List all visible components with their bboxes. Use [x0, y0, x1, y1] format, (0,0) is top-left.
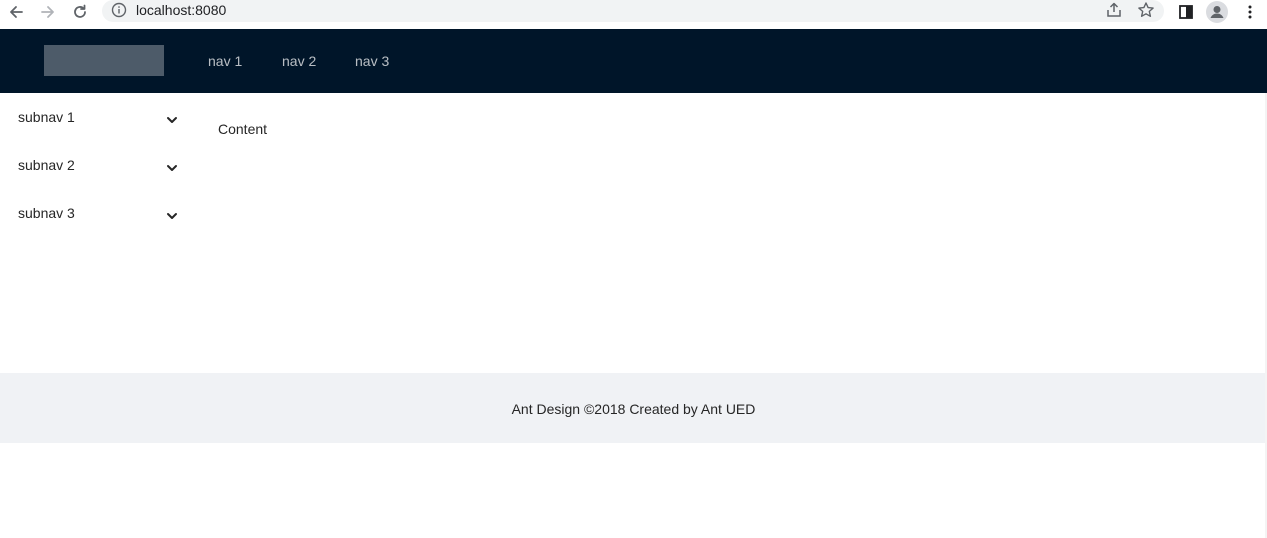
sidebar-menu: subnav 1 subnav 2 subnav 3: [0, 93, 200, 373]
profile-icon[interactable]: [1205, 0, 1229, 24]
info-icon[interactable]: [111, 2, 127, 23]
topnav-item-3[interactable]: nav 3: [355, 51, 389, 71]
back-arrow-icon[interactable]: [4, 0, 28, 24]
app-header: nav 1 nav 2 nav 3: [0, 29, 1267, 93]
submenu-label: subnav 1: [18, 109, 75, 125]
submenu-2[interactable]: subnav 2: [0, 141, 200, 181]
submenu-1[interactable]: subnav 1: [0, 93, 200, 133]
content-text: Content: [218, 121, 268, 137]
reload-icon[interactable]: [68, 0, 92, 24]
topnav-item-1[interactable]: nav 1: [208, 51, 242, 71]
submenu-3[interactable]: subnav 3: [0, 189, 200, 229]
kebab-menu-icon[interactable]: [1238, 0, 1262, 24]
chevron-down-icon: [166, 111, 178, 129]
footer: Ant Design ©2018 Created by Ant UED: [0, 373, 1267, 443]
footer-text: Ant Design ©2018 Created by Ant UED: [511, 401, 756, 417]
side-panel-icon[interactable]: [1174, 0, 1198, 24]
star-icon[interactable]: [1137, 1, 1155, 24]
address-bar[interactable]: localhost:8080: [102, 0, 1164, 22]
submenu-label: subnav 2: [18, 157, 75, 173]
submenu-label: subnav 3: [18, 205, 75, 221]
url-text[interactable]: localhost:8080: [136, 2, 226, 19]
chevron-down-icon: [166, 207, 178, 225]
browser-toolbar: localhost:8080: [0, 0, 1267, 29]
logo-placeholder: [44, 45, 164, 76]
share-icon[interactable]: [1105, 1, 1123, 24]
forward-arrow-icon[interactable]: [36, 0, 60, 24]
chevron-down-icon: [166, 159, 178, 177]
topnav-item-2[interactable]: nav 2: [282, 51, 316, 71]
